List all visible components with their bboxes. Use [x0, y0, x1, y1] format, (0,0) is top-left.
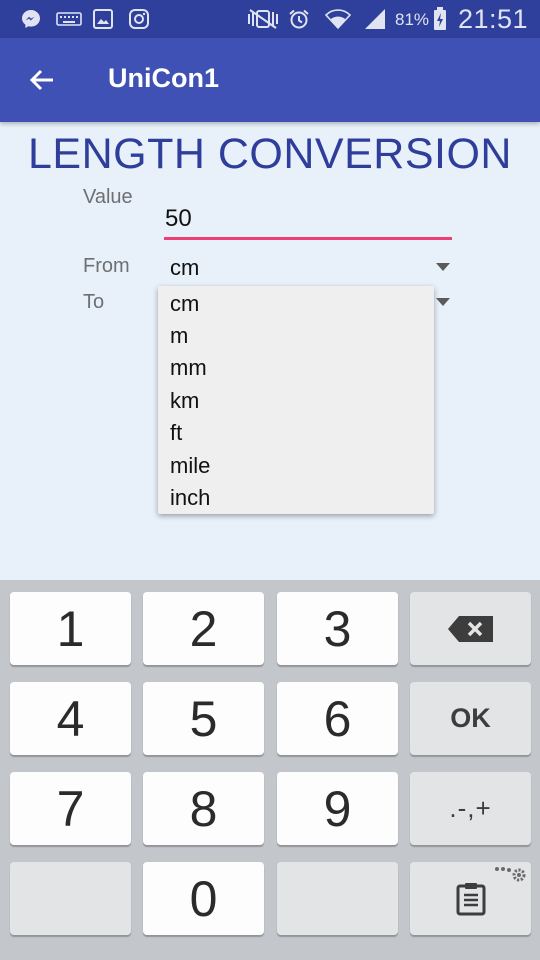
mute-vibrate-icon [246, 8, 280, 30]
messenger-icon [20, 8, 42, 30]
dropdown-option-ft[interactable]: ft [170, 417, 420, 449]
dropdown-option-mile[interactable]: mile [170, 450, 420, 482]
key-1[interactable]: 1 [10, 592, 131, 665]
key-7[interactable]: 7 [10, 772, 131, 845]
clock-time: 21:51 [458, 4, 529, 34]
key-3[interactable]: 3 [277, 592, 398, 665]
app-toolbar: UniCon1 [0, 38, 540, 122]
status-bar: 81% 21:51 [0, 0, 540, 38]
dropdown-option-cm[interactable]: cm [170, 288, 420, 320]
dropdown-option-mm[interactable]: mm [170, 352, 420, 384]
clipboard-key[interactable] [410, 862, 531, 935]
instagram-icon [128, 8, 150, 30]
ok-key[interactable]: OK [410, 682, 531, 755]
key-5[interactable]: 5 [143, 682, 264, 755]
from-label: From [83, 255, 130, 277]
battery-percent: 81% [395, 10, 430, 29]
blank-key-left[interactable] [10, 862, 131, 935]
numeric-keyboard: 1 2 3 4 5 6 OK 7 8 9 .-,+ 0 [0, 580, 540, 960]
gallery-icon [92, 8, 114, 30]
keyboard-icon [56, 8, 82, 30]
arrow-back-icon [29, 69, 53, 91]
to-label: To [83, 291, 105, 313]
unit-dropdown-menu: cm m mm km ft mile inch [158, 286, 434, 514]
blank-key-right[interactable] [277, 862, 398, 935]
wifi-icon [325, 8, 351, 30]
key-9[interactable]: 9 [277, 772, 398, 845]
dropdown-option-km[interactable]: km [170, 385, 420, 417]
chevron-down-icon [436, 298, 450, 306]
battery-charging-icon [432, 7, 448, 30]
back-button[interactable] [22, 60, 62, 100]
from-select-value: cm [170, 255, 200, 280]
backspace-key[interactable] [410, 592, 531, 665]
key-0[interactable]: 0 [143, 862, 264, 935]
dropdown-option-inch[interactable]: inch [170, 482, 420, 514]
alarm-icon [288, 8, 310, 30]
value-input[interactable] [164, 196, 452, 240]
key-6[interactable]: 6 [277, 682, 398, 755]
value-label: Value [83, 186, 133, 208]
keyboard-settings-icon [495, 867, 526, 882]
key-2[interactable]: 2 [143, 592, 264, 665]
key-8[interactable]: 8 [143, 772, 264, 845]
app-title: UniCon1 [108, 63, 219, 93]
key-4[interactable]: 4 [10, 682, 131, 755]
clipboard-icon [456, 882, 485, 915]
chevron-down-icon [436, 263, 450, 271]
page-title: LENGTH CONVERSION [28, 130, 512, 178]
backspace-icon [447, 615, 493, 642]
signal-icon [362, 8, 388, 30]
dropdown-option-m[interactable]: m [170, 320, 420, 352]
symbols-key[interactable]: .-,+ [410, 772, 531, 845]
